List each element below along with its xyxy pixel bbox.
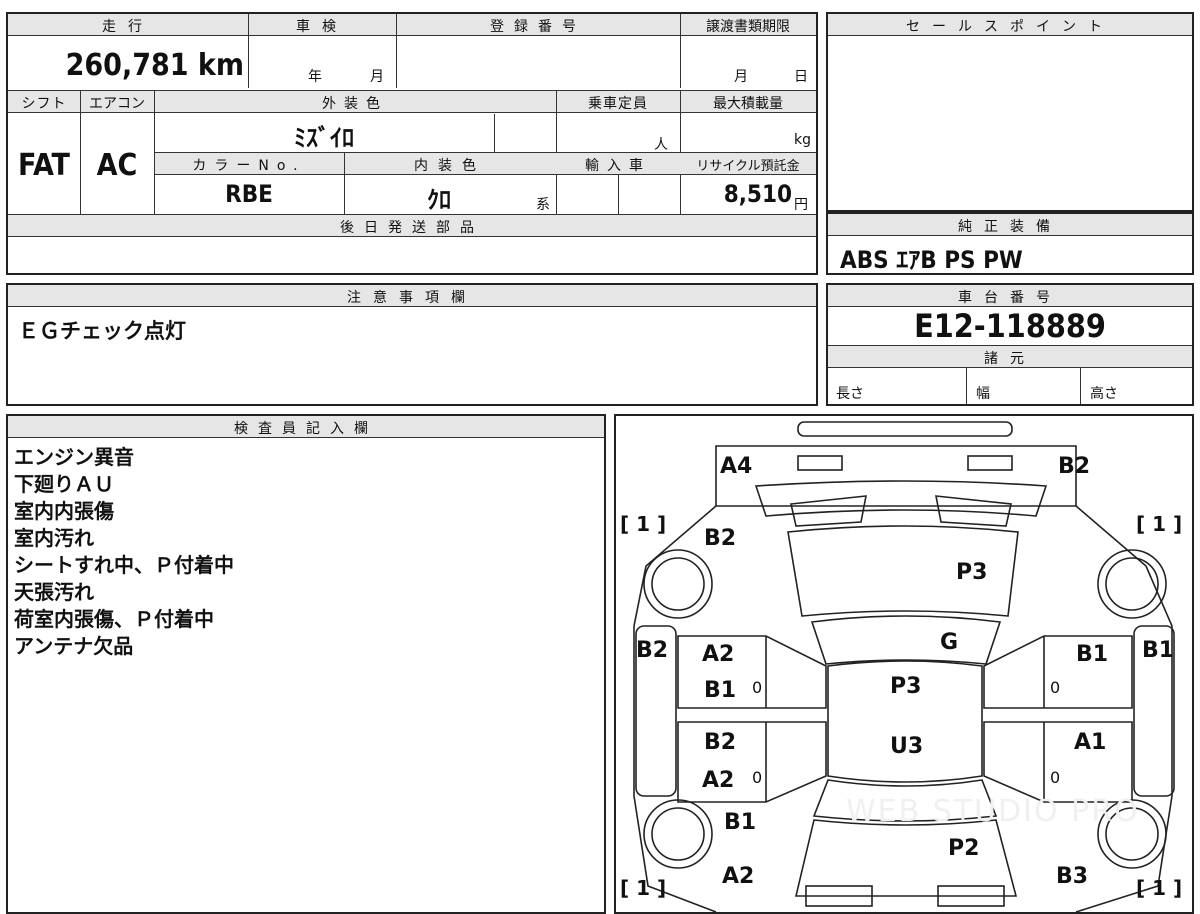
ac-label: エアコン	[89, 96, 145, 112]
inspector-notes-box: 検査員記入欄 エンジン異音 下廻りＡＵ 室内内張傷 室内汚れ シートすれ中、Ｐ付…	[6, 414, 606, 914]
car-damage-diagram: A4 B2 [ 1 ] [ 1 ] B2 P3 G B2 B1 A2 B1 P3…	[614, 414, 1194, 914]
length-label: 長さ	[836, 386, 864, 402]
recycle-value: 8,510	[723, 180, 792, 208]
load-unit: kg	[794, 132, 811, 148]
label-tire-rl: [ 1 ]	[620, 876, 667, 900]
transfer-day-label: 日	[794, 69, 808, 85]
label-windshield: G	[940, 630, 959, 655]
chassis-label: 車台番号	[958, 290, 1062, 306]
transfer-deadline-label: 譲渡書類期限	[706, 19, 790, 35]
specs-label: 諸元	[984, 351, 1036, 367]
label-roof-front: P3	[890, 674, 922, 699]
handle-mark: 0	[1050, 768, 1061, 787]
label-rear-door-l-top: B2	[704, 730, 737, 755]
label-front-left: A4	[720, 454, 753, 479]
later-parts-label: 後日発送部品	[340, 220, 484, 236]
label-hood: P3	[956, 560, 988, 585]
label-front-door-l-top: A2	[702, 642, 735, 667]
capacity-unit: 人	[654, 137, 668, 153]
label-left-side: B2	[636, 638, 669, 663]
label-rear-right: B3	[1056, 864, 1089, 889]
vehicle-info-table: 走行 車検 登録番号 譲渡書類期限 260,781 km 年 月 月 日 シフト…	[6, 12, 818, 275]
chassis-box: 車台番号 E12-118889 諸元 長さ 幅 高さ	[826, 283, 1194, 406]
ac-value: AC	[96, 148, 138, 183]
transfer-month-label: 月	[734, 69, 748, 85]
note-item: アンテナ欠品	[14, 634, 134, 658]
label-front-door-l-bottom: B1	[704, 678, 737, 703]
equipment-label: 純正装備	[958, 219, 1062, 235]
capacity-label: 乗車定員	[588, 96, 648, 112]
chassis-value: E12-118889	[914, 307, 1106, 345]
interior-color-value: ｸﾛ	[427, 186, 451, 214]
recycle-label: リサイクル預託金	[696, 159, 800, 174]
equipment-value: ABS ｴｱB PS PW	[840, 246, 1023, 274]
caution-value: ＥＧチェック点灯	[18, 319, 186, 343]
max-load-label: 最大積載量	[713, 96, 783, 112]
label-tire-fr: [ 1 ]	[1136, 512, 1183, 536]
label-front-right: B2	[1058, 454, 1091, 479]
label-rear-left: A2	[722, 864, 755, 889]
note-item: 天張汚れ	[14, 580, 94, 604]
interior-color-label: 内装色	[414, 158, 486, 174]
label-right-side: B1	[1142, 638, 1175, 663]
note-item: 室内内張傷	[14, 499, 114, 523]
label-rear-door-r: A1	[1074, 730, 1107, 755]
recycle-unit: 円	[794, 197, 808, 213]
note-item: 室内汚れ	[14, 526, 94, 550]
label-tire-fl: [ 1 ]	[620, 512, 667, 536]
mileage-value: 260,781 km	[65, 48, 244, 83]
note-item: シートすれ中、Ｐ付着中	[14, 553, 234, 577]
handle-mark: 0	[1050, 678, 1061, 697]
sales-point-box: セールスポイント	[826, 12, 1194, 212]
exterior-color-value: ﾐｽﾞｲﾛ	[294, 124, 354, 152]
equipment-box: 純正装備 ABS ｴｱB PS PW	[826, 212, 1194, 275]
sales-point-label: セールスポイント	[906, 19, 1114, 35]
note-item: エンジン異音	[14, 445, 134, 469]
label-fender-left: B2	[704, 526, 737, 551]
width-label: 幅	[976, 386, 990, 402]
inspector-notes-list: エンジン異音 下廻りＡＵ 室内内張傷 室内汚れ シートすれ中、Ｐ付着中 天張汚れ…	[14, 444, 234, 660]
caution-box: 注意事項欄 ＥＧチェック点灯	[6, 283, 818, 406]
import-label: 輸入車	[585, 158, 651, 174]
inspector-label: 検査員記入欄	[234, 421, 378, 437]
handle-mark: 0	[752, 768, 763, 787]
shift-value: FAT	[18, 148, 70, 183]
interior-color-suffix: 系	[536, 197, 550, 213]
inspection-year-label: 年	[308, 69, 322, 85]
caution-label: 注意事項欄	[347, 290, 477, 306]
watermark: WEB STUDIO PRO	[846, 794, 1140, 829]
label-front-door-r: B1	[1076, 642, 1109, 667]
inspection-label: 車検	[296, 19, 348, 35]
inspection-month-label: 月	[370, 69, 384, 85]
handle-mark: 0	[752, 678, 763, 697]
label-roof-rear: U3	[890, 734, 924, 759]
color-no-value: RBE	[225, 180, 273, 208]
label-rear-hatch: P2	[948, 836, 980, 861]
note-item: 下廻りＡＵ	[14, 472, 114, 496]
mileage-label: 走行	[102, 19, 154, 35]
shift-label: シフト	[21, 96, 67, 112]
label-tire-rr: [ 1 ]	[1136, 876, 1183, 900]
registration-label: 登録番号	[490, 19, 586, 35]
color-no-label: カラーNo.	[192, 158, 306, 174]
label-rear-fender-left: B1	[724, 810, 757, 835]
label-rear-door-l-bottom: A2	[702, 768, 735, 793]
exterior-color-label: 外装色	[322, 96, 388, 112]
note-item: 荷室内張傷、Ｐ付着中	[14, 607, 214, 631]
height-label: 高さ	[1090, 386, 1118, 402]
